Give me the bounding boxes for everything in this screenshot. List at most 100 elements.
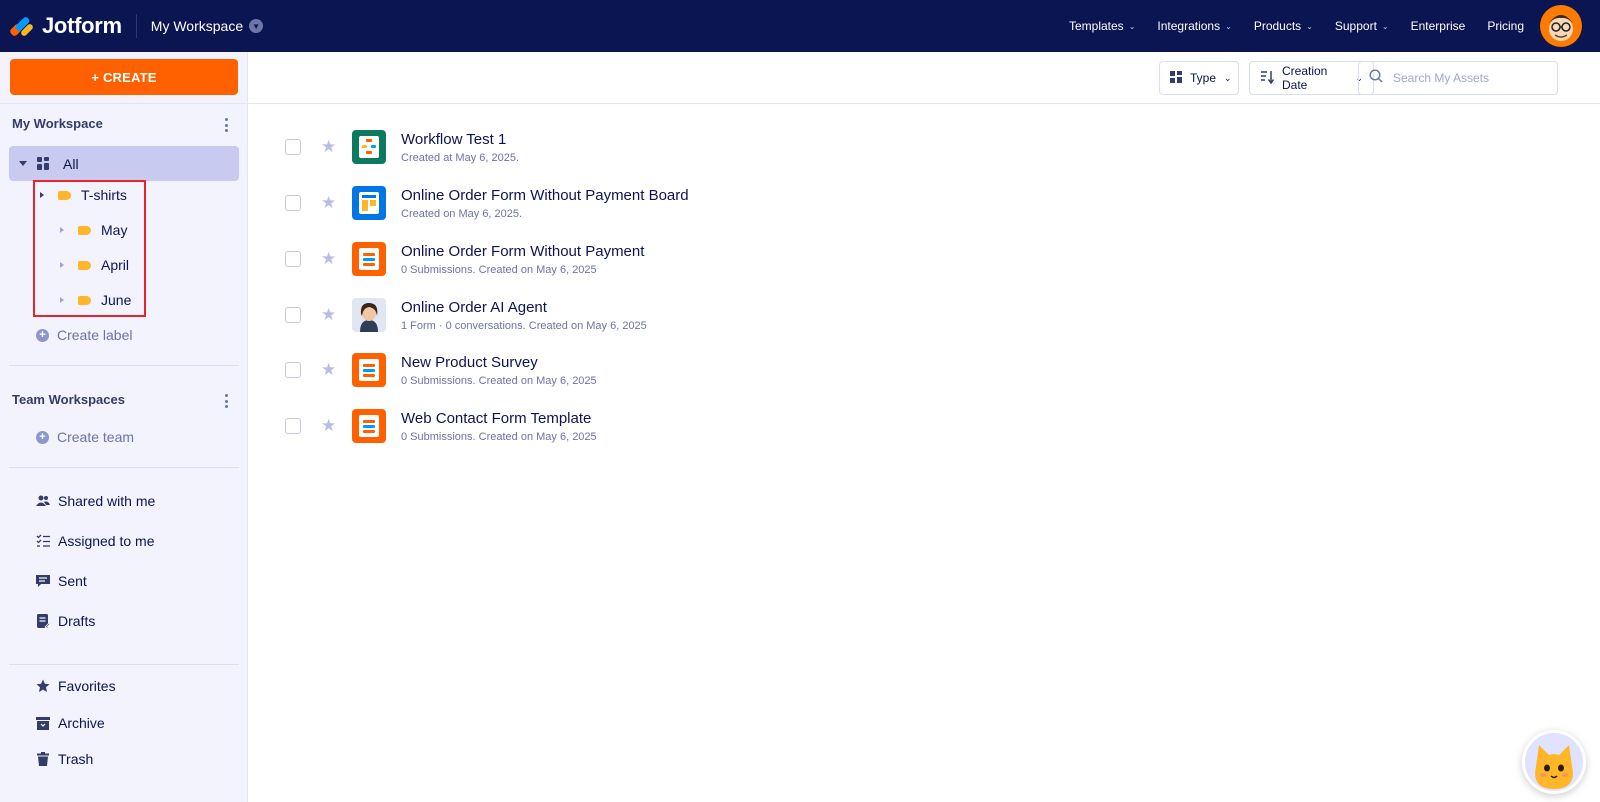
type-filter-button[interactable]: Type ⌄ xyxy=(1159,61,1239,95)
search-icon xyxy=(1369,68,1383,88)
star-icon xyxy=(36,679,50,693)
asset-subtitle: Created on May 6, 2025. xyxy=(401,207,523,220)
sidebar-item-all[interactable]: All xyxy=(9,146,239,181)
nav-products[interactable]: Products ⌄ xyxy=(1254,19,1313,33)
brand-name: Jotform xyxy=(42,13,122,38)
nav-integrations[interactable]: Integrations ⌄ xyxy=(1157,19,1231,33)
create-button[interactable]: + CREATE xyxy=(10,59,238,95)
workflow-icon xyxy=(352,130,386,164)
draft-icon xyxy=(36,614,51,629)
create-team-text: Create team xyxy=(57,429,135,445)
search-box[interactable] xyxy=(1358,61,1558,95)
chevron-down-icon: ⌄ xyxy=(1128,21,1136,31)
asset-subtitle: Created at May 6, 2025. xyxy=(401,151,520,164)
star-icon[interactable]: ★ xyxy=(321,194,337,211)
sidebar-item-drafts-label: Drafts xyxy=(58,613,96,629)
star-icon[interactable]: ★ xyxy=(321,138,337,155)
asset-meta: Online Order Form Without Payment 0 Subm… xyxy=(401,243,644,276)
star-icon[interactable]: ★ xyxy=(321,417,337,434)
asset-checkbox[interactable] xyxy=(285,307,301,323)
team-workspaces-title: Team Workspaces xyxy=(12,392,125,407)
avatar-face-icon xyxy=(1549,15,1573,41)
chevron-down-icon: ⌄ xyxy=(1224,72,1232,83)
sidebar-item-shared-with-me[interactable]: Shared with me xyxy=(36,493,155,509)
sidebar-item-favorites[interactable]: Favorites xyxy=(36,678,116,694)
asset-row[interactable]: ★ Workflow Test 1 Created at May 6, 2025… xyxy=(248,119,1600,175)
asset-checkbox[interactable] xyxy=(285,251,301,267)
header-divider xyxy=(135,14,137,38)
sidebar-item-shared-label: Shared with me xyxy=(58,493,156,509)
sidebar-divider xyxy=(9,365,239,366)
asset-checkbox[interactable] xyxy=(285,195,301,211)
star-icon[interactable]: ★ xyxy=(321,250,337,267)
nav-pricing-label: Pricing xyxy=(1487,19,1524,33)
plus-circle-icon: + xyxy=(36,328,49,342)
asset-title[interactable]: Online Order Form Without Payment xyxy=(401,243,644,260)
workspace-switcher-label: My Workspace xyxy=(150,18,244,34)
star-icon[interactable]: ★ xyxy=(321,361,337,378)
labels-highlight-box xyxy=(33,180,146,317)
sidebar-item-archive-label: Archive xyxy=(58,715,105,731)
sidebar-item-sent[interactable]: Sent xyxy=(36,573,87,589)
asset-row[interactable]: ★ New Product Survey 0 Submissions. Crea… xyxy=(248,342,1600,398)
caret-down-icon[interactable] xyxy=(19,161,27,166)
user-avatar[interactable] xyxy=(1540,5,1582,47)
asset-row[interactable]: ★ Online Order AI Agent 1 Form · 0 conve… xyxy=(248,287,1600,343)
sidebar: + CREATE My Workspace All T-shirts May A… xyxy=(0,52,248,802)
sidebar-item-assigned-label: Assigned to me xyxy=(58,533,155,549)
nav-support-label: Support xyxy=(1334,19,1377,33)
sort-button[interactable]: Creation Date ⌄ xyxy=(1249,61,1374,95)
nav-enterprise[interactable]: Enterprise xyxy=(1411,19,1466,33)
asset-title[interactable]: Online Order Form Without Payment Board xyxy=(401,187,689,204)
archive-icon xyxy=(36,716,50,730)
sidebar-item-drafts[interactable]: Drafts xyxy=(36,613,95,629)
chevron-down-icon: ⌄ xyxy=(1306,21,1313,31)
asset-row[interactable]: ★ Online Order Form Without Payment 0 Su… xyxy=(248,231,1600,287)
asset-row[interactable]: ★ Web Contact Form Template 0 Submission… xyxy=(248,398,1600,454)
create-label-button[interactable]: + Create label xyxy=(36,327,133,343)
top-navbar: Jotform My Workspace ▼ Templates ⌄ Integr… xyxy=(0,0,1600,52)
plus-circle-icon: + xyxy=(36,430,49,444)
asset-meta: Online Order AI Agent 1 Form · 0 convers… xyxy=(401,299,647,332)
cat-mascot-icon xyxy=(1535,745,1573,789)
sidebar-item-assigned-to-me[interactable]: Assigned to me xyxy=(36,533,155,549)
board-icon xyxy=(352,186,386,220)
sidebar-item-sent-label: Sent xyxy=(58,573,87,589)
create-label-text: Create label xyxy=(57,327,133,343)
agent-avatar-icon xyxy=(352,298,386,332)
nav-pricing[interactable]: Pricing xyxy=(1487,19,1524,33)
star-icon[interactable]: ★ xyxy=(321,306,337,323)
asset-checkbox[interactable] xyxy=(285,418,301,434)
nav-integrations-label: Integrations xyxy=(1157,19,1221,33)
my-workspace-title: My Workspace xyxy=(12,116,103,131)
nav-templates[interactable]: Templates ⌄ xyxy=(1069,19,1135,33)
asset-title[interactable]: Online Order AI Agent xyxy=(401,299,647,316)
team-workspaces-more-icon[interactable] xyxy=(224,394,228,408)
jotform-logo[interactable]: Jotform xyxy=(8,0,122,52)
form-icon xyxy=(352,353,386,387)
asset-title[interactable]: Workflow Test 1 xyxy=(401,131,519,148)
trash-icon xyxy=(36,752,50,766)
asset-title[interactable]: New Product Survey xyxy=(401,354,597,371)
create-team-button[interactable]: + Create team xyxy=(36,429,134,445)
sort-icon xyxy=(1260,70,1275,87)
nav-support[interactable]: Support ⌄ xyxy=(1335,19,1389,33)
type-filter-label: Type xyxy=(1190,71,1217,85)
search-input[interactable] xyxy=(1393,71,1543,85)
sidebar-divider xyxy=(9,664,239,665)
ai-assistant-button[interactable] xyxy=(1522,730,1586,794)
asset-meta: Web Contact Form Template 0 Submissions.… xyxy=(401,410,597,443)
asset-checkbox[interactable] xyxy=(285,362,301,378)
jotform-logo-icon xyxy=(8,14,35,38)
asset-checkbox[interactable] xyxy=(285,139,301,155)
chevron-down-icon: ⌄ xyxy=(1225,21,1232,31)
asset-meta: Workflow Test 1 Created at May 6, 2025. xyxy=(401,131,519,164)
sidebar-item-archive[interactable]: Archive xyxy=(36,715,105,731)
asset-title[interactable]: Web Contact Form Template xyxy=(401,410,597,427)
sidebar-item-trash[interactable]: Trash xyxy=(36,751,93,767)
my-workspace-more-icon[interactable] xyxy=(224,118,228,132)
asset-subtitle: 0 Submissions. Created on May 6, 2025 xyxy=(401,430,597,443)
asset-row[interactable]: ★ Online Order Form Without Payment Boar… xyxy=(248,175,1600,231)
workspace-switcher[interactable]: My Workspace ▼ xyxy=(150,18,264,34)
form-icon xyxy=(352,242,386,276)
